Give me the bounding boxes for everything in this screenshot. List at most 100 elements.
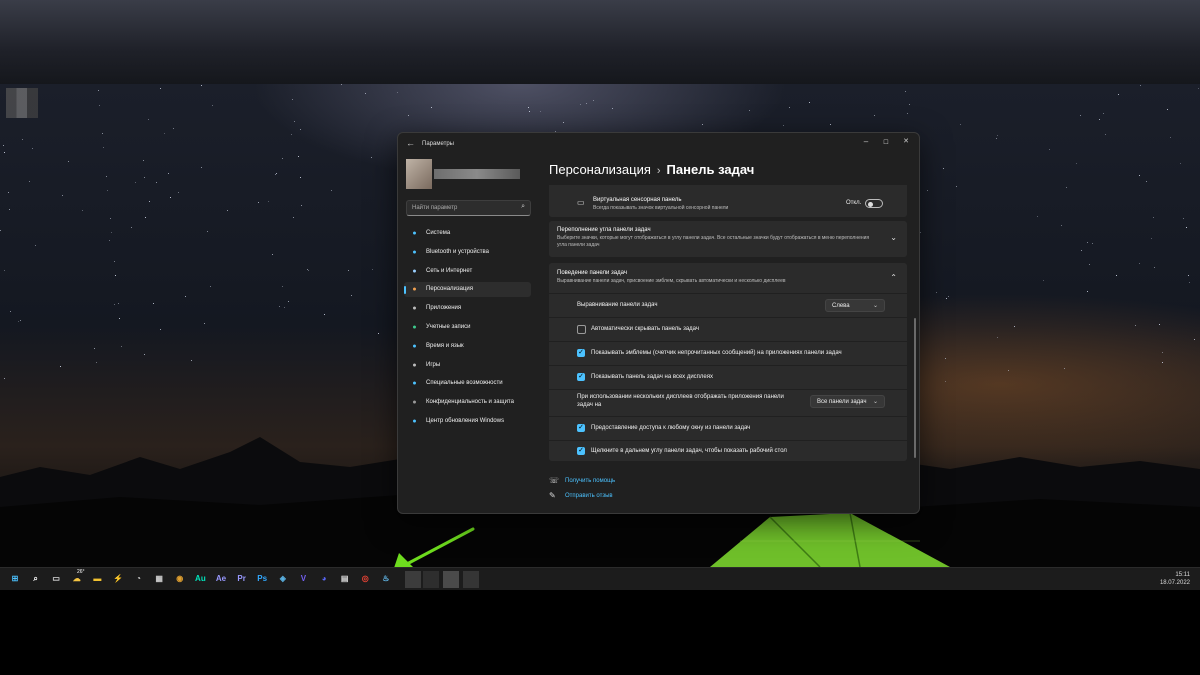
star — [294, 120, 296, 122]
file-explorer-icon[interactable]: ▬ — [91, 573, 103, 585]
star — [1139, 175, 1141, 177]
sidebar-item[interactable]: ● Система — [404, 226, 531, 241]
breadcrumb-parent[interactable]: Персонализация — [549, 162, 651, 177]
sidebar-item-label: Конфиденциальность и защита — [426, 399, 514, 406]
search-input[interactable]: Найти параметр ⌕ — [406, 200, 531, 216]
star — [579, 103, 581, 105]
avatar[interactable] — [406, 159, 432, 189]
touchpad-toggle-label: Откл. — [846, 200, 862, 206]
chevron-down-icon: ⌄ — [872, 303, 878, 309]
autohide-label: Автоматически скрывать панель задач — [591, 326, 700, 332]
star — [272, 253, 274, 255]
autohide-checkbox[interactable] — [577, 325, 586, 334]
overflow-card[interactable]: Переполнение угла панели задач Выберите … — [549, 221, 907, 257]
star — [1180, 163, 1182, 165]
star — [142, 160, 144, 162]
sidebar-item[interactable]: ● Персонализация — [404, 282, 531, 298]
star — [111, 232, 113, 234]
steam-icon[interactable]: ♨ — [380, 573, 392, 585]
help-link[interactable]: Получить помощь — [565, 478, 615, 484]
star — [1081, 250, 1083, 252]
star — [944, 381, 946, 383]
sidebar-item[interactable]: ● Bluetooth и устройства — [404, 245, 531, 260]
star — [105, 175, 107, 177]
sidebar-item-label: Время и язык — [426, 342, 464, 349]
star — [95, 361, 97, 363]
desktop-shortcut-icon[interactable] — [6, 88, 38, 118]
taskbar-blurred-app[interactable] — [405, 571, 421, 588]
star — [1186, 227, 1188, 229]
all-displays-checkbox[interactable]: ✓ — [577, 373, 585, 381]
star — [1138, 262, 1140, 264]
star — [297, 156, 299, 158]
top-letterbox — [0, 0, 1200, 84]
star — [612, 107, 614, 109]
clock-icon[interactable]: ◔ — [133, 573, 145, 585]
star — [114, 303, 116, 305]
accessibility-icon: ● — [412, 380, 417, 388]
scrollbar[interactable] — [914, 318, 916, 458]
corner-checkbox[interactable]: ✓ — [577, 447, 585, 455]
lightning-icon[interactable]: ⚡ — [112, 573, 124, 585]
star — [135, 182, 137, 184]
davinci-icon[interactable]: ◉ — [174, 573, 186, 585]
after-effects-icon[interactable]: Ae — [215, 573, 227, 585]
viber-icon[interactable]: V — [297, 573, 309, 585]
search-icon[interactable]: ⌕ — [30, 573, 42, 585]
badges-checkbox[interactable]: ✓ — [577, 349, 585, 357]
taskbar-blurred-app[interactable] — [423, 571, 439, 588]
minimize-button[interactable]: – — [860, 137, 872, 146]
alignment-label: Выравнивание панели задач — [577, 302, 658, 308]
star — [1102, 112, 1104, 114]
sidebar-item[interactable]: ● Центр обновления Windows — [404, 414, 531, 429]
taskbar-blurred-app[interactable] — [443, 571, 459, 588]
chevron-up-icon[interactable]: ⌃ — [890, 273, 897, 282]
multi-display-dropdown[interactable]: Все панели задач ⌄ — [810, 395, 885, 408]
star — [300, 204, 302, 206]
sidebar-item[interactable]: ● Учетные записи — [404, 320, 531, 335]
multi-display-value: Все панели задач — [817, 399, 867, 405]
chevron-down-icon[interactable]: ⌄ — [890, 233, 897, 242]
star — [350, 295, 352, 297]
star — [943, 167, 944, 169]
touchpad-toggle[interactable] — [865, 199, 883, 208]
multi-display-row: При использовании нескольких дисплеев от… — [549, 390, 907, 416]
sidebar-item[interactable]: ● Время и язык — [404, 339, 531, 354]
behavior-card-header[interactable]: Поведение панели задач Выравнивание пане… — [549, 263, 907, 293]
alignment-dropdown[interactable]: Слева ⌄ — [825, 299, 885, 312]
all-displays-label: Показывать панель задач на всех дисплеях — [591, 374, 714, 380]
close-button[interactable]: ✕ — [900, 137, 912, 145]
discord-icon[interactable]: ◕ — [318, 573, 330, 585]
network-icon[interactable]: ◈ — [277, 573, 289, 585]
touchpad-desc: Всегда показывать значок виртуальной сен… — [593, 205, 729, 211]
star — [1075, 163, 1077, 165]
feedback-icon: ✎ — [549, 491, 556, 500]
sidebar-item[interactable]: ● Конфиденциальность и защита — [404, 395, 531, 410]
windows-start-icon[interactable]: ⊞ — [9, 573, 21, 585]
multi-display-label: При использовании нескольких дисплеев от… — [577, 394, 784, 408]
chrome-icon[interactable]: ◎ — [359, 573, 371, 585]
feedback-link[interactable]: Отправить отзыв — [565, 493, 613, 499]
share-checkbox[interactable]: ✓ — [577, 424, 585, 432]
star — [18, 321, 20, 323]
sidebar-item[interactable]: ● Игры — [404, 358, 531, 373]
maximize-button[interactable]: ☐ — [880, 139, 892, 146]
calculator-icon[interactable]: ▦ — [153, 573, 165, 585]
sidebar-item[interactable]: ● Приложения — [404, 301, 531, 316]
gamepad-icon: ● — [412, 361, 417, 369]
back-arrow-icon[interactable]: ← — [406, 138, 415, 148]
system-clock[interactable]: 15:11 18.07.2022 — [1160, 571, 1190, 587]
audition-icon[interactable]: Au — [194, 573, 206, 585]
sidebar-item[interactable]: ● Сеть и Интернет — [404, 264, 531, 279]
star — [873, 114, 875, 116]
star — [143, 177, 145, 179]
taskbar-blurred-app[interactable] — [463, 571, 479, 588]
star — [396, 92, 398, 94]
person-icon: ● — [412, 324, 417, 331]
task-view-icon[interactable]: ▭ — [50, 573, 62, 585]
photoshop-icon[interactable]: Ps — [256, 573, 268, 585]
sidebar-item[interactable]: ● Специальные возможности — [404, 376, 531, 391]
sidebar-item-label: Центр обновления Windows — [426, 418, 505, 424]
premiere-icon[interactable]: Pr — [236, 573, 248, 585]
document-icon[interactable]: ▤ — [339, 573, 351, 585]
